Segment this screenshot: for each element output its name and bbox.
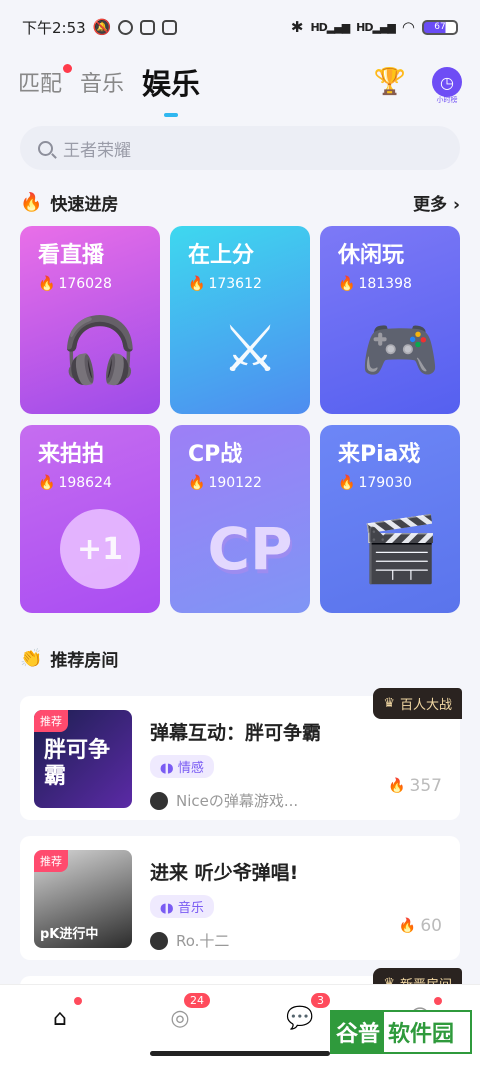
tab-match-dot (63, 64, 73, 73)
recommend-header: 👏 推荐房间 (20, 646, 460, 671)
quick-enter-title: 快速进房 (50, 195, 119, 215)
signal-icon: HD▂▄▆ (310, 20, 350, 34)
flame-icon: 🔥 (388, 778, 406, 794)
quick-enter-grid: 看直播 🔥 176028 🎧 在上分 🔥 173612 ⚔ 休闲玩 🔥 181398 … (20, 226, 460, 613)
discover-badge: 24 (184, 993, 210, 1008)
flame-icon: 🔥 (38, 475, 56, 491)
chat-tab[interactable]: 💬 3 (284, 993, 330, 1033)
clock-icon: ◷ (440, 72, 454, 92)
recommend-label: 推荐 (34, 850, 68, 872)
status-time: 下午2:53 (22, 18, 86, 37)
quick-enter-header: 🔥 快速进房 更多 › (20, 190, 460, 215)
fire-icon: 🔥 (20, 192, 43, 213)
room-cover: 推荐 pK进行中 (34, 850, 132, 948)
room-tag: ◖◗ 音乐 (150, 895, 214, 918)
host-avatar (150, 931, 168, 950)
compass-icon: ◎ (170, 1005, 190, 1031)
card-count: 🔥 179030 (338, 475, 412, 491)
clap-icon: 👏 (20, 648, 43, 669)
room-name: 弹幕互动：胖可争霸 (150, 722, 322, 744)
gamepad-icon: 🎮 (360, 313, 440, 388)
hourly-rank-caption: 小时榜 (436, 96, 458, 104)
flame-icon: 🔥 (188, 475, 206, 491)
card-count: 🔥 176028 (38, 276, 112, 292)
card-title: 休闲玩 (338, 243, 405, 268)
room-badge: ♛ 百人大战 (373, 688, 462, 719)
battery-icon: 67 (422, 19, 458, 35)
host-avatar (150, 791, 168, 810)
card-count: 🔥 181398 (338, 276, 412, 292)
alarm-icon (118, 19, 134, 35)
card-title: CP战 (188, 442, 243, 467)
crossed-swords-icon: ⚔ (221, 313, 279, 387)
top-tabs: 匹配 音乐 娱乐 🏆 ◷ 小时榜 (0, 54, 480, 117)
quick-card-pia-drama[interactable]: 来Pia戏 🔥 179030 🎬 (320, 425, 460, 613)
room-heat: 🔥 357 (388, 776, 442, 796)
search-input[interactable]: 王者荣耀 (20, 126, 460, 170)
app-notification-icon (140, 19, 156, 35)
tab-music[interactable]: 音乐 (80, 66, 124, 98)
tag-icon: ◖◗ (160, 901, 174, 916)
more-button[interactable]: 更多 › (413, 190, 460, 215)
room-cover: 推荐 胖可争霸 (34, 710, 132, 808)
card-title: 来拍拍 (38, 442, 105, 467)
mute-icon: 🔕 (92, 18, 112, 36)
home-icon: ⌂ (53, 1005, 67, 1031)
coin-icon: +1 (50, 499, 150, 599)
discover-tab[interactable]: ◎ 24 (164, 993, 210, 1033)
cover-text: 胖可争霸 (44, 738, 111, 789)
card-title: 来Pia戏 (338, 442, 421, 467)
quick-card-watch-live[interactable]: 看直播 🔥 176028 🎧 (20, 226, 160, 414)
cover-text: pK进行中 (40, 927, 99, 942)
clapperboard-icon: 🎬 (360, 512, 440, 587)
card-count: 🔥 198624 (38, 475, 112, 491)
tab-entertainment[interactable]: 娱乐 (142, 61, 200, 117)
signal-icon-2: HD▂▄▆ (356, 20, 396, 34)
quick-card-cp-battle[interactable]: CP战 🔥 190122 CP (170, 425, 310, 613)
watermark: 谷普 软件园 (330, 1010, 472, 1054)
trophy-icon[interactable]: 🏆 (374, 67, 406, 97)
room-card[interactable]: ♛ 百人大战 推荐 胖可争霸 弹幕互动：胖可争霸 ◖◗ 情感 Niceの弹幕游戏… (20, 688, 462, 820)
search-placeholder: 王者荣耀 (63, 140, 131, 161)
flame-icon: 🔥 (188, 276, 206, 292)
cp-icon: CP (207, 515, 293, 583)
flame-icon: 🔥 (38, 276, 56, 292)
status-bar: 下午2:53 🔕 ✱ HD▂▄▆ HD▂▄▆ ◠ 67 (0, 0, 480, 54)
quick-card-tap-tap[interactable]: 来拍拍 🔥 198624 +1 (20, 425, 160, 613)
card-title: 在上分 (188, 243, 255, 268)
room-name: 进来 听少爷弹唱! (150, 862, 299, 884)
bluetooth-icon: ✱ (290, 18, 304, 36)
recommend-title: 推荐房间 (50, 651, 119, 671)
headphones-icon: 🎧 (60, 313, 140, 388)
recommend-label: 推荐 (34, 710, 68, 732)
hourly-rank-button[interactable]: ◷ 小时榜 (432, 67, 462, 104)
tab-match[interactable]: 匹配 (18, 64, 73, 98)
home-dot (74, 997, 82, 1005)
card-count: 🔥 173612 (188, 276, 262, 292)
home-tab[interactable]: ⌂ (44, 997, 82, 1033)
quick-card-rank-up[interactable]: 在上分 🔥 173612 ⚔ (170, 226, 310, 414)
flame-icon: 🔥 (338, 475, 356, 491)
flame-icon: 🔥 (338, 276, 356, 292)
quick-card-casual-play[interactable]: 休闲玩 🔥 181398 🎮 (320, 226, 460, 414)
wifi-icon: ◠ (401, 18, 415, 36)
card-count: 🔥 190122 (188, 475, 262, 491)
app-notification-icon-2 (162, 19, 178, 35)
profile-dot (434, 997, 442, 1005)
chat-badge: 3 (311, 993, 330, 1008)
tag-icon: ◖◗ (160, 761, 174, 776)
room-card[interactable]: 推荐 pK进行中 进来 听少爷弹唱! ◖◗ 音乐 Ro.十二 🔥 60 (20, 836, 460, 960)
active-tab-indicator (164, 113, 179, 117)
room-tag: ◖◗ 情感 (150, 755, 214, 778)
room-heat: 🔥 60 (398, 916, 442, 936)
card-title: 看直播 (38, 243, 105, 268)
flame-icon: 🔥 (398, 918, 417, 934)
search-icon (38, 140, 53, 156)
chat-icon: 💬 (286, 1005, 314, 1031)
home-indicator (150, 1051, 330, 1056)
crown-icon: ♛ (383, 696, 395, 711)
